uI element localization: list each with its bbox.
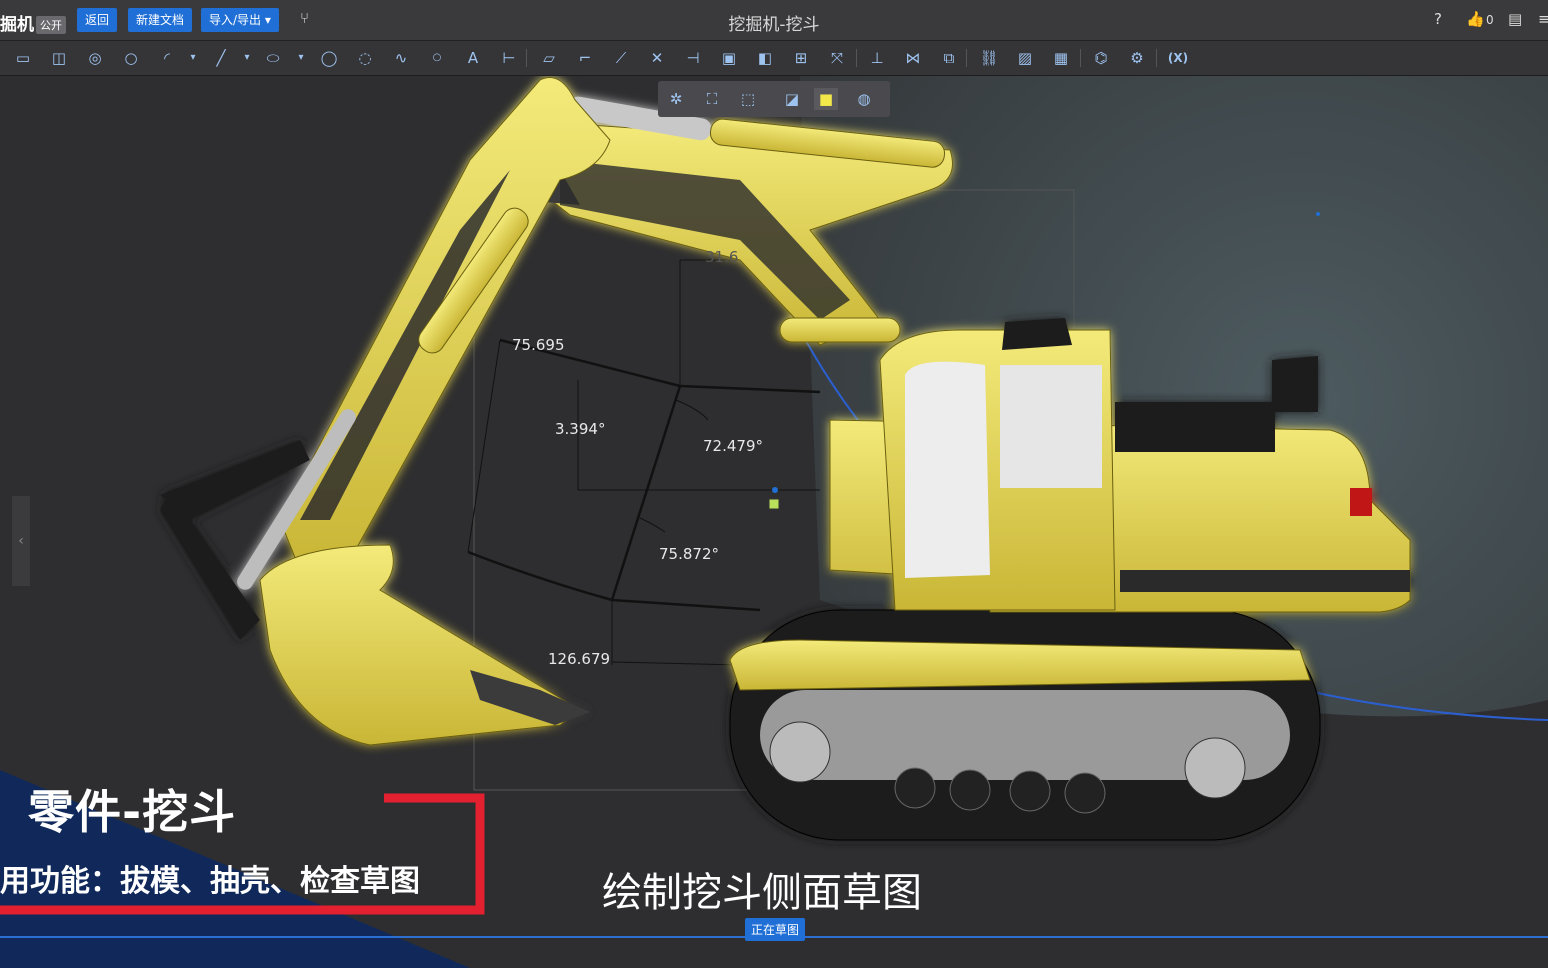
- dimension-label[interactable]: 126.679: [548, 650, 610, 668]
- like-icon[interactable]: 👍: [1466, 10, 1485, 28]
- line-icon[interactable]: ╱: [210, 48, 232, 68]
- check-sketch-icon[interactable]: ⌬: [1090, 48, 1112, 68]
- sketch-point: [772, 487, 778, 493]
- dimension-label[interactable]: 72.479°: [703, 437, 763, 455]
- roller: [949, 769, 991, 811]
- sketch-settings-icon[interactable]: ⚙: [1126, 48, 1148, 68]
- trim-icon[interactable]: ✕: [646, 48, 668, 68]
- arc-dropdown-icon[interactable]: ▾: [182, 48, 204, 68]
- sketch-status-badge: 正在草图: [745, 918, 806, 941]
- chamfer-icon[interactable]: ⟋: [610, 48, 632, 68]
- like-count: 0: [1486, 13, 1494, 27]
- body-stripe: [1120, 570, 1410, 592]
- line-dropdown-icon[interactable]: ▾: [236, 48, 258, 68]
- arm-cylinder: [779, 317, 901, 343]
- idler-wheel: [769, 721, 831, 783]
- title-bar: 掘机 公开 返回 新建文档 导入/导出 ▾ ⑂ 挖掘机-挖斗 ? 👍 0 ▤ ≡: [0, 0, 1548, 41]
- toolbar-divider: [526, 49, 527, 67]
- ellipse-dropdown-icon[interactable]: ▾: [290, 48, 312, 68]
- constraint-icon[interactable]: ⊥: [866, 48, 888, 68]
- point-icon[interactable]: ○: [426, 48, 448, 68]
- dimension-icon[interactable]: ⊢: [498, 48, 520, 68]
- dimension-label[interactable]: 75.695: [512, 336, 565, 354]
- arc-icon[interactable]: ◜: [156, 48, 178, 68]
- caption-subtitle: 用功能：拔模、抽壳、检查草图: [0, 864, 420, 899]
- sketch-toolbar: ▭ ◫ ◎ ○ ◜ ▾ ╱ ▾ ⬭ ▾ ◯ ◌ ∿ ○ A ⊢ ▱ ⌐ ⟋ ✕ …: [0, 41, 1548, 76]
- roller: [1064, 772, 1106, 814]
- pattern-icon[interactable]: ⊞: [790, 48, 812, 68]
- roller: [894, 767, 936, 809]
- image-icon[interactable]: ▨: [1014, 48, 1036, 68]
- panel-collapse-handle[interactable]: ‹: [12, 496, 30, 586]
- cab-door: [905, 361, 990, 578]
- drive-sprocket: [1184, 737, 1246, 799]
- variables-button[interactable]: (X): [1166, 48, 1190, 68]
- section-view-icon[interactable]: ◪: [780, 88, 804, 110]
- dimension-label[interactable]: 31.6: [705, 248, 738, 266]
- project-icon[interactable]: ⧉: [938, 48, 960, 68]
- link-icon[interactable]: ⛓: [978, 48, 1000, 68]
- intersect-icon[interactable]: ◧: [754, 48, 776, 68]
- polygon-icon[interactable]: ◯: [318, 48, 340, 68]
- dimension-label[interactable]: 3.394°: [555, 420, 605, 438]
- transform-icon[interactable]: ⤧: [826, 48, 848, 68]
- toolbar-divider: [1080, 49, 1081, 67]
- view-toolbar: ✲ ⛶ ⬚ ◪ ■ ◍: [658, 81, 890, 117]
- three-point-circle-icon[interactable]: ○: [120, 48, 142, 68]
- cab-roof-vent: [1002, 318, 1072, 350]
- toolbar-divider: [1156, 49, 1157, 67]
- sketch-point: [1316, 212, 1320, 216]
- caption-title: 零件-挖斗: [28, 785, 237, 839]
- tail-light: [1350, 488, 1372, 516]
- video-subtitle: 绘制挖斗侧面草图: [602, 870, 922, 916]
- menu-icon[interactable]: ≡: [1538, 10, 1548, 28]
- ellipse-icon[interactable]: ⬭: [262, 48, 284, 68]
- cab-window: [1000, 365, 1102, 488]
- exhaust-pipe: [1272, 356, 1318, 412]
- dimension-label[interactable]: 75.872°: [659, 545, 719, 563]
- fillet-icon[interactable]: ⌐: [574, 48, 596, 68]
- document-icon[interactable]: ▤: [1508, 10, 1522, 28]
- use-edge-icon[interactable]: ▣: [718, 48, 740, 68]
- circle-center-icon[interactable]: ◎: [84, 48, 106, 68]
- engine-cover: [1115, 402, 1275, 452]
- center-rectangle-icon[interactable]: ◫: [48, 48, 70, 68]
- help-icon[interactable]: ?: [1434, 10, 1442, 28]
- dwg-import-icon[interactable]: ▦: [1050, 48, 1072, 68]
- render-mode-icon[interactable]: ◍: [852, 88, 876, 110]
- toolbar-divider: [856, 49, 857, 67]
- toolbar-divider: [966, 49, 967, 67]
- mirror-icon[interactable]: ⋈: [902, 48, 924, 68]
- shaded-mode-icon[interactable]: ■: [814, 88, 838, 110]
- inscribed-polygon-icon[interactable]: ◌: [354, 48, 376, 68]
- view-settings-icon[interactable]: ✲: [664, 88, 688, 110]
- origin-marker: [768, 498, 780, 510]
- window-title: 挖掘机-挖斗: [728, 15, 820, 35]
- text-icon[interactable]: A: [462, 48, 484, 68]
- offset-icon[interactable]: ▱: [538, 48, 560, 68]
- extend-icon[interactable]: ⊣: [682, 48, 704, 68]
- roller: [1009, 770, 1051, 812]
- view-cube-icon[interactable]: ⬚: [736, 88, 760, 110]
- spline-icon[interactable]: ∿: [390, 48, 412, 68]
- rectangle-icon[interactable]: ▭: [12, 48, 34, 68]
- zoom-fit-icon[interactable]: ⛶: [700, 88, 724, 110]
